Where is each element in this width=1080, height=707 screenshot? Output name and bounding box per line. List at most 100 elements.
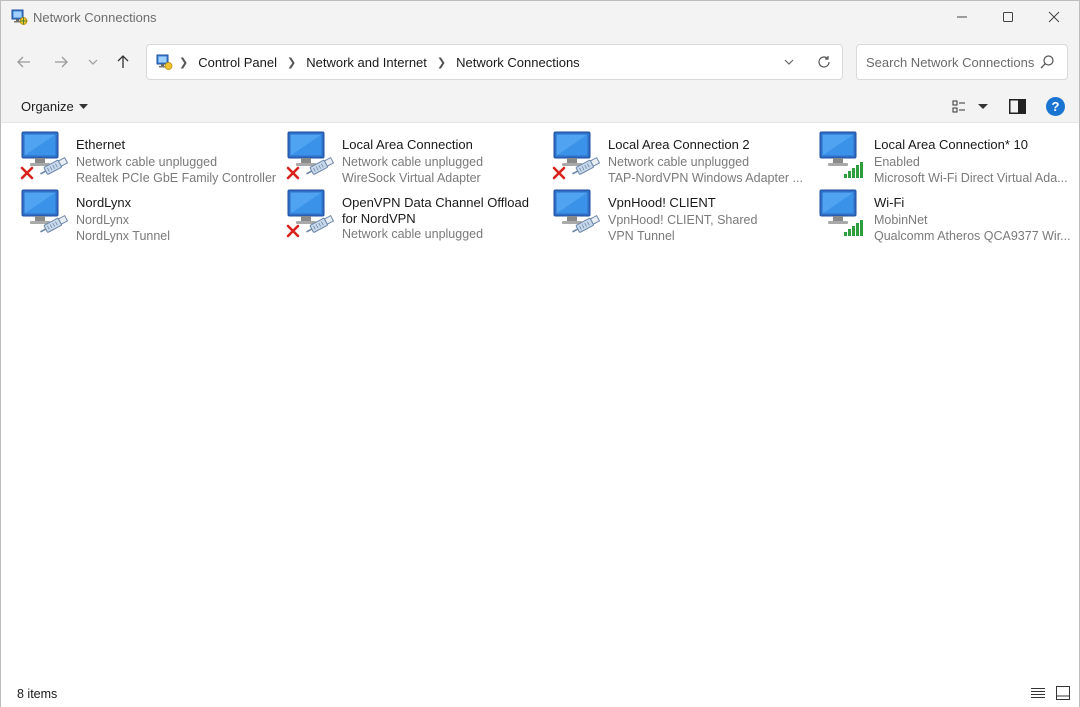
connection-name: VpnHood! CLIENT [608, 195, 716, 210]
search-input[interactable]: Search Network Connections [866, 55, 1034, 70]
connection-name: Local Area Connection* 10 [874, 137, 1028, 152]
close-button[interactable] [1031, 1, 1077, 33]
recent-locations-button[interactable] [80, 49, 106, 75]
organize-button[interactable]: Organize [21, 99, 88, 114]
back-button[interactable] [11, 49, 37, 75]
network-connections-location-icon [156, 54, 173, 70]
breadcrumb-network-connections[interactable]: Network Connections [456, 55, 580, 70]
caret-down-icon [78, 103, 88, 109]
window-title: Network Connections [33, 10, 157, 25]
connection-name: NordLynx [76, 195, 132, 210]
address-row: ❯ Control Panel ❯ Network and Internet ❯… [1, 33, 1079, 91]
address-history-dropdown[interactable] [779, 53, 799, 71]
network-connections-app-icon [11, 9, 28, 25]
large-icons-view-icon[interactable] [1056, 686, 1070, 700]
up-button[interactable] [110, 49, 136, 75]
refresh-button[interactable] [813, 52, 835, 72]
organize-label: Organize [21, 99, 74, 114]
connection-status: Network cable unplugged [76, 154, 218, 169]
status-bar: 8 items [1, 680, 1079, 707]
item-count: 8 items [17, 687, 58, 701]
connection-device: TAP-NordVPN Windows Adapter ... [608, 171, 803, 186]
minimize-button[interactable] [939, 1, 985, 33]
network-adapter-icon [553, 189, 601, 233]
breadcrumb-control-panel[interactable]: Control Panel [198, 55, 277, 70]
connection-name: Ethernet [76, 137, 126, 152]
arrow-right-icon [55, 56, 68, 68]
connection-details: Wi-Fi MobinNet Qualcomm Atheros QCA9377 Wi… [874, 195, 1079, 245]
breadcrumb-network-and-internet[interactable]: Network and Internet [306, 55, 427, 70]
connection-icon [20, 188, 72, 238]
title-bar[interactable]: Network Connections [1, 1, 1079, 33]
command-bar: Organize ? [1, 91, 1079, 123]
connection-item[interactable]: Wi-Fi MobinNet Qualcomm Atheros QCA9377 Wi… [818, 188, 1080, 244]
connection-status: Enabled [874, 154, 920, 169]
connection-item[interactable]: NordLynx NordLynx NordLynx Tunnel [20, 188, 282, 244]
connection-status: Network cable unplugged [608, 154, 750, 169]
connection-icon [818, 130, 870, 180]
change-view-button[interactable] [952, 98, 992, 116]
arrow-left-icon [17, 56, 30, 68]
minimize-icon [957, 16, 967, 18]
forward-button[interactable] [48, 49, 74, 75]
connection-icon [552, 188, 604, 238]
connection-name: Local Area Connection [342, 137, 473, 152]
connection-icon [286, 188, 338, 238]
chevron-down-icon [784, 59, 794, 65]
connection-item[interactable]: Local Area Connection* 10 Enabled Microsof… [818, 130, 1080, 186]
network-adapter-icon [21, 189, 69, 233]
connection-icon [818, 188, 870, 238]
network-adapter-icon [819, 131, 863, 178]
connection-item[interactable]: Local Area Connection Network cable unplu… [286, 130, 548, 186]
network-adapter-icon [286, 131, 335, 180]
connection-device: NordLynx Tunnel [76, 229, 171, 244]
connection-device: Realtek PCIe GbE Family Controller [76, 171, 277, 186]
address-bar[interactable]: ❯ Control Panel ❯ Network and Internet ❯… [146, 44, 843, 80]
connection-icon [552, 130, 604, 180]
connection-status: Network cable unplugged [342, 154, 484, 169]
connection-icon [20, 130, 72, 180]
connection-name: Local Area Connection 2 [608, 137, 750, 152]
connection-status: NordLynx [76, 212, 130, 227]
connection-item[interactable]: Local Area Connection 2 Network cable unp… [552, 130, 814, 186]
connection-item[interactable]: Ethernet Network cable unplugged Realtek P… [20, 130, 282, 186]
connection-status: VpnHood! CLIENT, Shared [608, 212, 758, 227]
connection-details: VpnHood! CLIENT VpnHood! CLIENT, Shared VP… [608, 195, 813, 245]
network-adapter-icon [552, 131, 601, 180]
chevron-down-icon [88, 59, 98, 65]
connection-details: Local Area Connection Network cable unplu… [342, 137, 547, 187]
close-icon [1048, 11, 1060, 23]
breadcrumb-separator-icon[interactable]: ❯ [179, 56, 188, 69]
connection-details: Local Area Connection 2 Network cable unp… [608, 137, 813, 187]
refresh-icon [818, 56, 830, 68]
maximize-icon [1003, 12, 1013, 22]
connection-item[interactable]: OpenVPN Data Channel Offload for NordVPN… [286, 188, 548, 244]
connection-item[interactable]: VpnHood! CLIENT VpnHood! CLIENT, Shared VP… [552, 188, 814, 244]
caret-down-icon [978, 104, 988, 109]
view-options-icon [952, 100, 965, 113]
connection-details: Local Area Connection* 10 Enabled Microsof… [874, 137, 1079, 187]
network-adapter-icon [286, 189, 335, 238]
network-adapter-icon [819, 189, 863, 236]
connection-name: Wi-Fi [874, 195, 905, 210]
arrow-up-icon [117, 55, 129, 68]
search-box[interactable]: Search Network Connections [856, 44, 1068, 80]
connections-grid[interactable]: Ethernet Network cable unplugged Realtek P… [1, 124, 1079, 680]
preview-pane-icon[interactable] [1009, 99, 1026, 114]
breadcrumb-separator-icon[interactable]: ❯ [437, 56, 446, 69]
connection-details: NordLynx NordLynx NordLynx Tunnel [76, 195, 281, 245]
connection-device: VPN Tunnel [608, 229, 675, 244]
help-button[interactable]: ? [1046, 97, 1065, 116]
details-view-icon[interactable] [1031, 687, 1045, 699]
connection-status: MobinNet [874, 212, 928, 227]
maximize-button[interactable] [985, 1, 1031, 33]
connection-status: Network cable unplugged [342, 227, 484, 241]
connection-device: WireSock Virtual Adapter [342, 171, 481, 186]
connection-name: OpenVPN Data Channel Offload for NordVPN [342, 195, 529, 226]
breadcrumb: ❯ Control Panel ❯ Network and Internet ❯… [179, 45, 590, 79]
breadcrumb-separator-icon[interactable]: ❯ [287, 56, 296, 69]
connection-device: Microsoft Wi-Fi Direct Virtual Ada... [874, 171, 1068, 186]
search-icon[interactable] [1039, 54, 1055, 70]
connection-device: Qualcomm Atheros QCA9377 Wir... [874, 229, 1071, 244]
network-adapter-icon [20, 131, 69, 180]
